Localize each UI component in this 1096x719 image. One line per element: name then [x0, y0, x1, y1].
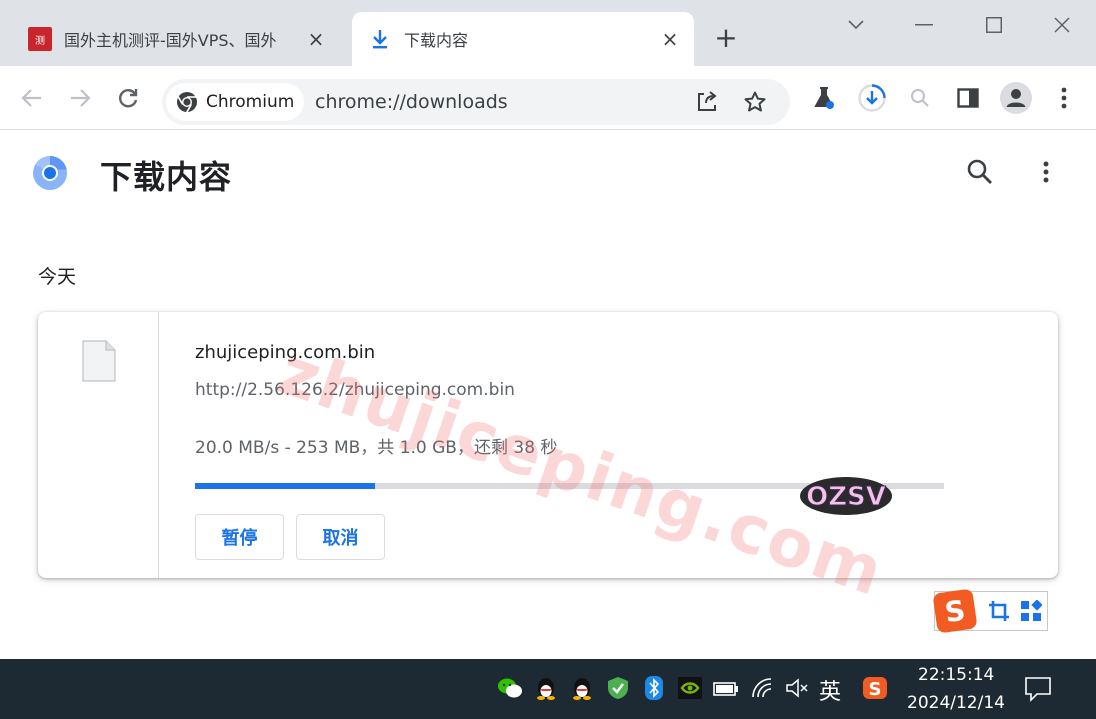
tab-zhujiceping[interactable]: 测 国外主机测评-国外VPS、国外 ×	[14, 12, 352, 66]
bluetooth-icon[interactable]	[641, 675, 667, 701]
close-tab-icon[interactable]: ×	[302, 25, 330, 53]
url-text[interactable]: chrome://downloads	[315, 91, 508, 113]
forward-arrow-icon[interactable]	[64, 82, 96, 114]
wechat-icon[interactable]	[497, 675, 523, 701]
battery-icon[interactable]	[713, 675, 739, 701]
share-icon[interactable]	[692, 87, 722, 117]
window-close-icon[interactable]	[1048, 10, 1076, 40]
bookmark-star-icon[interactable]	[740, 87, 770, 117]
new-tab-button[interactable]: +	[712, 24, 740, 53]
cancel-button[interactable]: 取消	[296, 514, 385, 560]
sogou-ime-tray-icon[interactable]: S	[862, 675, 888, 701]
svg-text:OZSV: OZSV	[806, 482, 886, 512]
crop-icon[interactable]	[985, 597, 1013, 625]
download-icon	[373, 30, 387, 49]
windows-taskbar: 英 S 22:15:14 2024/12/14	[0, 659, 1096, 719]
maximize-icon[interactable]	[980, 10, 1008, 40]
profile-avatar-icon[interactable]	[1000, 82, 1032, 114]
side-panel-icon[interactable]	[952, 82, 984, 114]
wifi-icon[interactable]	[750, 675, 776, 701]
address-bar[interactable]: Chromium chrome://downloads	[162, 79, 790, 125]
tab-title: 国外主机测评-国外VPS、国外	[64, 31, 277, 50]
browser-menu-icon[interactable]	[1048, 82, 1080, 114]
toolbox-grid-icon[interactable]	[1017, 597, 1045, 625]
qq-penguin-icon[interactable]	[533, 675, 559, 701]
clock-time[interactable]: 22:15:14	[918, 665, 994, 685]
back-arrow-icon[interactable]	[16, 82, 48, 114]
minimize-icon[interactable]	[910, 10, 938, 40]
qq-penguin-icon[interactable]	[569, 675, 595, 701]
notification-center-icon[interactable]	[1024, 675, 1052, 703]
tab-search-chevron-icon[interactable]	[842, 10, 870, 40]
search-downloads-icon[interactable]	[964, 156, 996, 188]
clock-date[interactable]: 2024/12/14	[907, 693, 1005, 713]
page-title: 下载内容	[100, 158, 233, 196]
downloads-progress-icon[interactable]	[856, 82, 888, 114]
pause-button[interactable]: 暂停	[195, 514, 284, 560]
file-icon	[82, 340, 116, 382]
browser-toolbar: Chromium chrome://downloads	[0, 66, 1096, 130]
chromium-logo-icon	[33, 155, 67, 190]
volume-muted-icon[interactable]	[784, 675, 810, 701]
tab-downloads[interactable]: 下载内容 ×	[352, 12, 694, 66]
date-group-label: 今天	[38, 266, 77, 288]
labs-flask-icon[interactable]	[808, 82, 840, 114]
input-language-indicator[interactable]: 英	[819, 674, 841, 706]
tab-strip: 测 国外主机测评-国外VPS、国外 × 下载内容 × +	[0, 0, 1096, 66]
reload-icon[interactable]	[112, 82, 144, 114]
ime-toolbar: S	[932, 588, 1048, 634]
close-tab-icon[interactable]: ×	[656, 25, 684, 53]
chromium-logo-icon	[177, 92, 197, 113]
nvidia-icon[interactable]	[677, 675, 703, 701]
svg-text:S: S	[869, 679, 882, 700]
security-shield-icon[interactable]	[605, 675, 631, 701]
ozsv-sticker-logo: OZSV	[800, 477, 892, 515]
search-icon[interactable]	[904, 82, 936, 114]
card-divider	[158, 312, 159, 578]
site-info-chip[interactable]: Chromium	[166, 83, 304, 121]
downloads-menu-icon[interactable]	[1030, 156, 1062, 188]
chip-label: Chromium	[206, 92, 295, 112]
tab-title: 下载内容	[404, 31, 469, 50]
sogou-ime-logo-icon[interactable]: S	[932, 588, 978, 634]
site-favicon-icon: 测	[28, 27, 52, 51]
progress-fill	[195, 483, 375, 489]
